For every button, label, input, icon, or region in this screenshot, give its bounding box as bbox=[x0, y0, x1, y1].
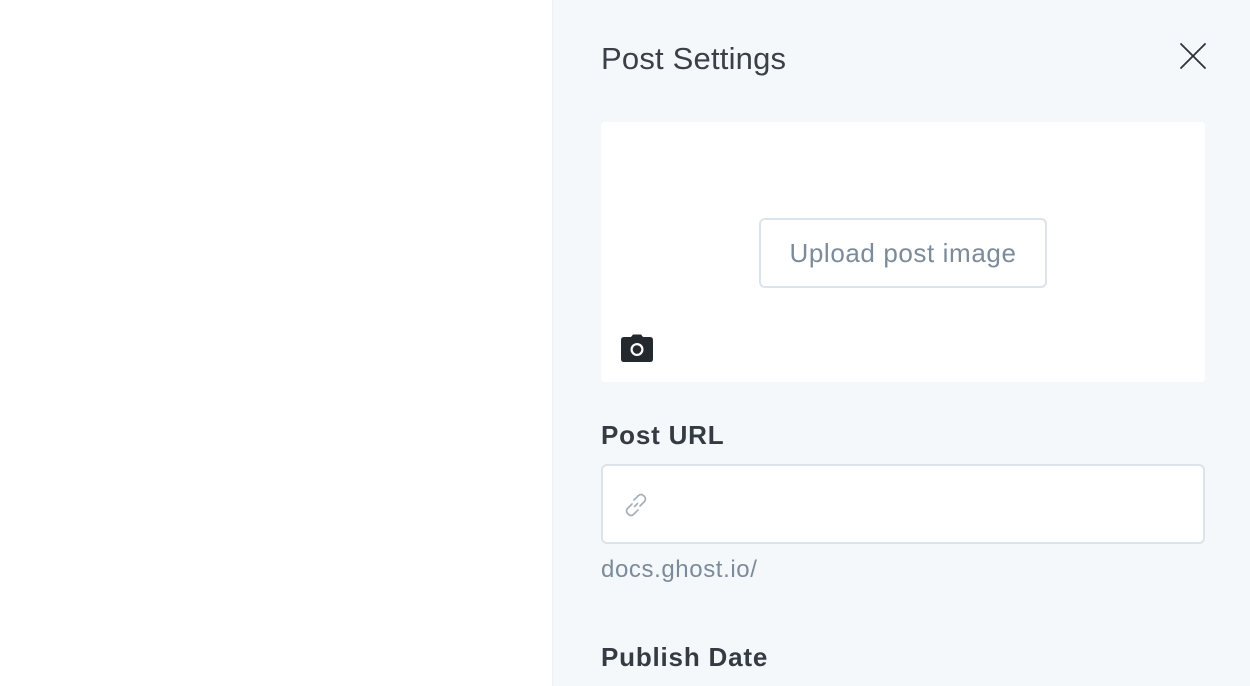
upload-post-image-button[interactable]: Upload post image bbox=[759, 218, 1047, 288]
post-url-input[interactable] bbox=[665, 466, 1199, 544]
post-image-uploader[interactable]: Upload post image bbox=[601, 122, 1205, 382]
close-button[interactable] bbox=[1177, 40, 1209, 72]
camera-icon[interactable] bbox=[621, 334, 653, 362]
post-url-hint: docs.ghost.io/ bbox=[601, 556, 758, 583]
close-icon bbox=[1180, 43, 1206, 69]
post-url-field[interactable] bbox=[601, 464, 1205, 544]
link-icon bbox=[625, 493, 647, 517]
editor-area bbox=[0, 0, 552, 686]
post-settings-panel: Post Settings Upload post image Post URL… bbox=[552, 0, 1250, 686]
panel-title: Post Settings bbox=[601, 41, 787, 76]
publish-date-label: Publish Date bbox=[601, 642, 769, 672]
post-url-label: Post URL bbox=[601, 420, 725, 450]
